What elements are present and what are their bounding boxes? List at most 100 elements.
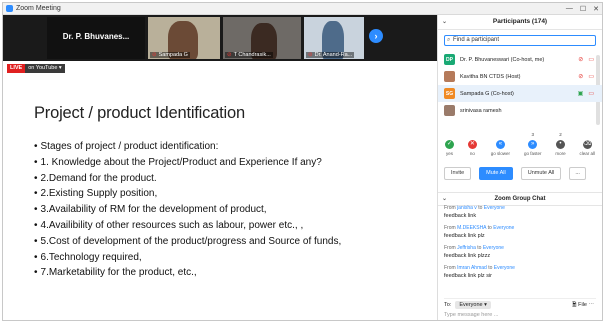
x-icon: ✕ [467, 140, 477, 149]
fast-forward-icon: » [528, 140, 538, 149]
recipient-name[interactable]: Everyone [493, 225, 514, 231]
more-dots-icon[interactable]: ⋯ [589, 302, 595, 308]
rewind-icon: « [495, 140, 505, 149]
more-dots-icon: • [555, 140, 565, 149]
chat-message: From M.DEEKSHA to Everyone feedback link… [444, 225, 594, 239]
participant-name-large: Dr. P. Bhuvanes... [62, 32, 130, 41]
message-text: feedback link plz sir [444, 273, 492, 279]
participant-row[interactable]: srinivasa ramesh [438, 102, 602, 119]
nonverbal-feedback-bar: ✓ yes ✕ no « go slower 3 » go faster 2 • [438, 132, 602, 160]
participant-name: Sampada G (Co-host) [460, 90, 514, 97]
recipient-name[interactable]: Everyone [494, 265, 515, 271]
chat-message: From janisha v to Everyone feedback link [444, 205, 594, 219]
yes-reaction[interactable]: ✓ yes [444, 132, 454, 160]
muted-mic-icon: ⊘ [308, 52, 313, 58]
file-icon[interactable]: 🗎 [572, 302, 576, 308]
more-reaction[interactable]: 2 • more [555, 132, 565, 160]
zoom-window: Zoom Meeting — ☐ ✕ Dr. P. Bhuvanes... ⊘ S… [2, 2, 603, 321]
participant-row[interactable]: DP Dr. P. Bhuvaneswari (Co-host, me) ⊘ ▭ [438, 51, 602, 68]
clear-all-reaction[interactable]: ⌫ clear all [580, 132, 595, 160]
participant-name: srinivasa ramesh [460, 107, 502, 114]
mute-all-button[interactable]: Mute All [479, 167, 513, 180]
live-badge: LIVE [7, 64, 26, 73]
meeting-area: Dr. P. Bhuvanes... ⊘ Sampada G ⊘ T Chandra… [3, 15, 437, 320]
bullet-item: 5.Cost of development of the product/pro… [34, 234, 342, 250]
message-text: feedback link plzzz [444, 253, 491, 259]
file-button[interactable]: File [578, 302, 587, 308]
video-tile[interactable]: Dr. P. Bhuvanes... [47, 17, 145, 59]
side-panel: ⌄ Participants (174) ⌕ Find a participan… [438, 15, 602, 320]
muted-mic-icon: ⊘ [152, 52, 157, 58]
stream-platform-dropdown[interactable]: on YouTube ▾ [25, 64, 65, 73]
video-off-icon[interactable]: ▭ [588, 90, 594, 97]
chat-message-input[interactable]: Type message here ... [444, 312, 498, 318]
participant-name: Sampada G [158, 52, 188, 58]
invite-button[interactable]: Invite [444, 167, 472, 180]
participant-search-input[interactable]: ⌕ Find a participant [444, 35, 596, 46]
check-icon: ✓ [444, 140, 454, 149]
bullet-item: 6.Technology required, [34, 250, 341, 266]
video-off-icon[interactable]: ▭ [588, 56, 594, 63]
clear-icon: ⌫ [582, 140, 592, 149]
avatar: SG [444, 88, 455, 99]
muted-mic-icon: ⊘ [227, 52, 232, 58]
zoom-app-icon [6, 5, 13, 12]
bullet-item: 2.Demand for the product. [34, 171, 341, 187]
muted-mic-icon[interactable]: ⊘ [578, 73, 583, 80]
slide-bullets: Stages of project / product identificati… [34, 139, 342, 281]
video-strip: Dr. P. Bhuvanes... ⊘ Sampada G ⊘ T Chandra… [3, 15, 437, 61]
sender-name[interactable]: Jeffrisha [457, 245, 476, 251]
to-label: To: [444, 302, 452, 308]
recipient-name[interactable]: Everyone [483, 245, 504, 251]
go-slower-reaction[interactable]: « go slower [491, 132, 510, 160]
bullet-item: 3.Availability of RM for the development… [34, 202, 341, 218]
no-reaction[interactable]: ✕ no [467, 132, 477, 160]
live-stream-indicator[interactable]: LIVE on YouTube ▾ [7, 64, 65, 73]
bullet-item: 4.Availibility of other resources such a… [34, 218, 341, 234]
bullet-item: Stages of project / product identificati… [34, 139, 341, 155]
window-title: Zoom Meeting [16, 5, 61, 12]
next-page-button[interactable]: › [369, 29, 383, 43]
bullet-item: 1. Knowledge about the Project/Product a… [34, 155, 341, 171]
more-options-button[interactable]: ... [569, 167, 586, 180]
chat-message: From Imran Ahmad to Everyone feedback li… [444, 265, 594, 279]
video-tile[interactable]: ⊘ Dr. Anand-Ra... [304, 17, 364, 59]
avatar [444, 71, 455, 82]
participant-name: Kavitha BN CTDS (Host) [460, 73, 521, 80]
slide-title: Project / product Identification [34, 104, 245, 122]
message-text: feedback link plz [444, 233, 485, 239]
muted-mic-icon[interactable]: ⊘ [578, 56, 583, 63]
video-tile[interactable]: ⊘ Sampada G [148, 17, 220, 59]
shared-slide: Project / product Identification Stages … [3, 77, 437, 320]
chat-messages: From janisha v to Everyone feedback link… [444, 205, 594, 285]
chat-message: From Jeffrisha to Everyone feedback link… [444, 245, 594, 259]
participants-header: ⌄ Participants (174) [438, 15, 602, 30]
participant-list: DP Dr. P. Bhuvaneswari (Co-host, me) ⊘ ▭… [438, 51, 602, 119]
bullet-item: 2.Existing Supply position, [34, 186, 341, 202]
sender-name[interactable]: janisha v [457, 205, 477, 211]
go-faster-reaction[interactable]: 3 » go faster [524, 132, 542, 160]
participant-actions: Invite Mute All Unmute All ... [444, 167, 596, 180]
sender-name[interactable]: Imran Ahmad [457, 265, 487, 271]
participant-row[interactable]: Kavitha BN CTDS (Host) ⊘ ▭ [438, 68, 602, 85]
collapse-chevron-icon[interactable]: ⌄ [442, 193, 447, 205]
title-bar: Zoom Meeting — ☐ ✕ [3, 3, 602, 15]
participant-row[interactable]: SG Sampada G (Co-host) ▣ ▭ [438, 85, 602, 102]
recipient-name[interactable]: Everyone [484, 205, 505, 211]
close-button[interactable]: ✕ [593, 5, 599, 13]
participant-name: Dr. Anand-Ra... [314, 52, 353, 58]
video-tile[interactable]: ⊘ T Chandrasik... [223, 17, 301, 59]
mic-on-icon[interactable]: ▣ [578, 90, 584, 97]
recipient-dropdown[interactable]: Everyone ▾ [455, 301, 491, 309]
sender-name[interactable]: M.DEEKSHA [457, 225, 486, 231]
collapse-chevron-icon[interactable]: ⌄ [442, 15, 447, 29]
avatar [444, 105, 455, 116]
search-icon: ⌕ [447, 37, 451, 43]
unmute-all-button[interactable]: Unmute All [520, 167, 562, 180]
minimize-button[interactable]: — [566, 5, 573, 12]
video-off-icon[interactable]: ▭ [588, 73, 594, 80]
message-text: feedback link [444, 213, 477, 219]
maximize-button[interactable]: ☐ [580, 5, 586, 13]
chat-recipient-row: To: Everyone ▾ 🗎 File ⋯ [444, 298, 596, 310]
chat-header: ⌄ Zoom Group Chat [438, 192, 602, 206]
